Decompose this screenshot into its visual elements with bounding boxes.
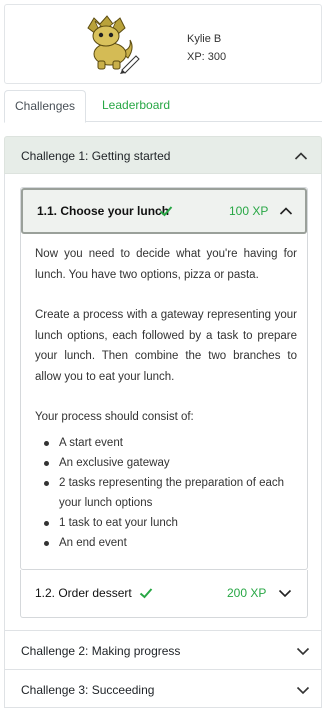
task-1-1-header[interactable]: 1.1. Choose your lunch 100 XP: [21, 188, 307, 234]
task-description-list-intro: Your process should consist of:: [35, 411, 194, 423]
chevron-down-icon[interactable]: [296, 685, 310, 695]
task-1-1-title: 1.1. Choose your lunch: [37, 204, 170, 218]
list-item: An end event: [35, 533, 297, 553]
user-name: Kylie B: [187, 33, 222, 45]
challenges-panel: Kylie B XP: 300 Challenges Leaderboard C…: [0, 0, 322, 708]
task-1-1-xp: 100 XP: [229, 204, 269, 218]
check-icon: [159, 206, 173, 217]
dinosaur-avatar-icon[interactable]: [80, 14, 140, 74]
tab-leaderboard[interactable]: Leaderboard: [92, 90, 180, 123]
task-description-instructions: Create a process with a gateway represen…: [35, 309, 297, 383]
list-item: An exclusive gateway: [35, 453, 297, 473]
list-item: A start event: [35, 433, 297, 453]
chevron-up-icon[interactable]: [294, 151, 308, 161]
challenge-1-header[interactable]: Challenge 1: Getting started: [4, 136, 322, 174]
tab-challenges[interactable]: Challenges: [4, 90, 86, 123]
requirements-list: A start event An exclusive gateway 2 tas…: [35, 433, 297, 553]
list-item: 1 task to eat your lunch: [35, 513, 297, 533]
list-item: 2 tasks representing the preparation of …: [35, 473, 297, 513]
check-icon: [139, 588, 153, 599]
chevron-up-icon[interactable]: [279, 206, 293, 216]
chevron-down-icon[interactable]: [278, 588, 292, 598]
task-description-intro: Now you need to decide what you're havin…: [35, 248, 297, 281]
tab-bar: Challenges Leaderboard: [4, 90, 322, 123]
challenge-1-title: Challenge 1: Getting started: [21, 149, 171, 163]
chevron-down-icon[interactable]: [296, 646, 310, 656]
challenge-2-header[interactable]: Challenge 2: Making progress: [4, 630, 322, 670]
profile-card: Kylie B XP: 300: [4, 4, 322, 84]
task-1-2-xp: 200 XP: [227, 586, 267, 600]
task-1-2-row[interactable]: 1.2. Order dessert 200 XP: [20, 570, 308, 618]
challenge-2-title: Challenge 2: Making progress: [21, 644, 181, 658]
challenge-3-title: Challenge 3: Succeeding: [21, 683, 155, 697]
challenge-3-header[interactable]: Challenge 3: Succeeding: [4, 669, 322, 708]
task-1-1-card: 1.1. Choose your lunch 100 XP Now you ne…: [20, 187, 308, 570]
user-xp: XP: 300: [187, 51, 227, 63]
task-1-2-title: 1.2. Order dessert: [35, 586, 132, 600]
